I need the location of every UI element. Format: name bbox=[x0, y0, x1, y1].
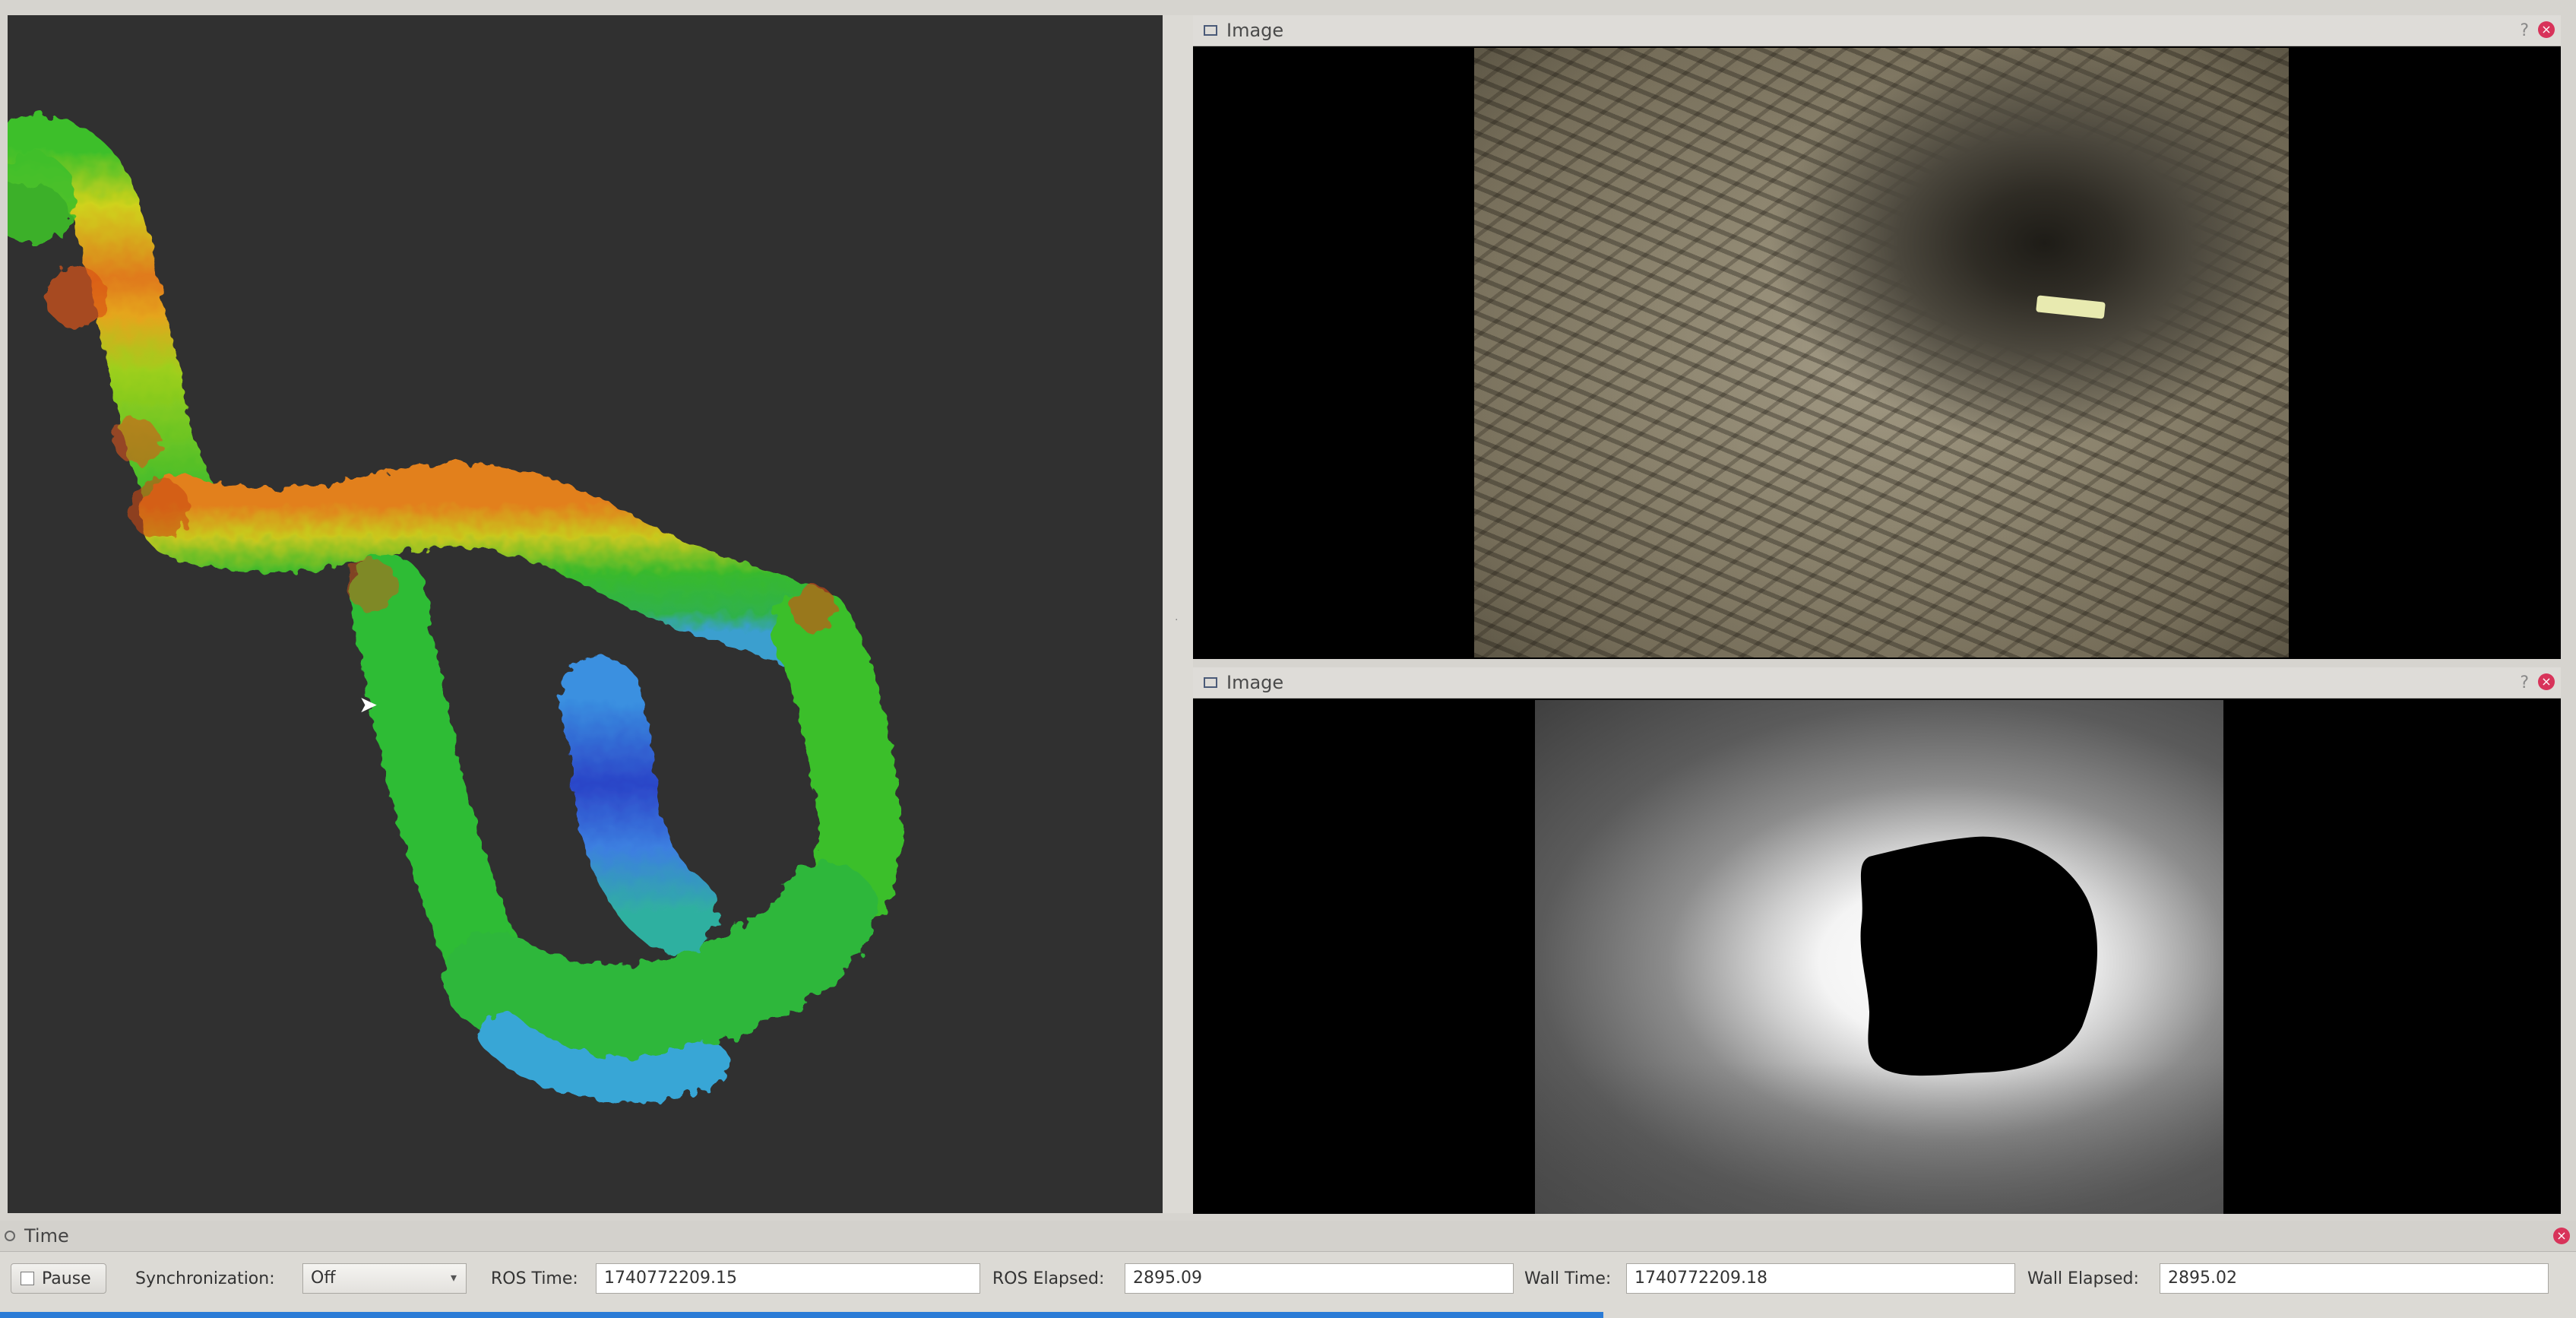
panel-title-bar[interactable]: Image ? × bbox=[1193, 15, 2561, 46]
ros-elapsed-field[interactable]: 2895.09 bbox=[1125, 1263, 1514, 1294]
panel-title: Image bbox=[1226, 672, 1284, 693]
time-panel: Time × Pause Synchronization: Off ▾ ROS … bbox=[0, 1221, 2576, 1318]
wall-elapsed-label: Wall Elapsed: bbox=[2027, 1269, 2139, 1288]
image-panel-camera: Image ? × bbox=[1193, 15, 2561, 659]
ros-time-field[interactable]: 1740772209.15 bbox=[596, 1263, 980, 1294]
pause-button[interactable]: Pause bbox=[11, 1263, 106, 1294]
wall-time-field[interactable]: 1740772209.18 bbox=[1626, 1263, 2015, 1294]
time-panel-title-bar[interactable]: Time × bbox=[0, 1221, 2576, 1252]
sync-select[interactable]: Off ▾ bbox=[302, 1263, 467, 1294]
point-cloud bbox=[8, 116, 903, 1103]
help-icon[interactable]: ? bbox=[2520, 673, 2529, 692]
camera-image bbox=[1474, 48, 2289, 657]
splitter-grip-icon: · bbox=[1175, 614, 1179, 626]
rviz-window: ➤ · Image ? × Image ? × Time × Pause Syn… bbox=[0, 0, 2576, 1318]
mouse-cursor-icon: ➤ bbox=[359, 692, 378, 718]
pause-checkbox[interactable] bbox=[21, 1272, 34, 1285]
depth-image bbox=[1535, 700, 2223, 1214]
depth-hole bbox=[1860, 836, 2098, 1076]
panel-title: Image bbox=[1226, 20, 1284, 41]
ros-time-label: ROS Time: bbox=[491, 1269, 578, 1288]
dropdown-arrow-icon: ▾ bbox=[450, 1270, 457, 1285]
progress-bar bbox=[0, 1312, 1603, 1318]
time-icon bbox=[5, 1231, 15, 1241]
image-panel-icon bbox=[1204, 677, 1217, 688]
help-icon[interactable]: ? bbox=[2520, 21, 2529, 40]
sync-value: Off bbox=[311, 1269, 336, 1288]
image-display bbox=[1193, 46, 2561, 659]
panel-title-bar[interactable]: Image ? × bbox=[1193, 667, 2561, 699]
wall-time-label: Wall Time: bbox=[1524, 1269, 1612, 1288]
close-icon[interactable]: × bbox=[2553, 1228, 2570, 1244]
sync-label: Synchronization: bbox=[135, 1269, 275, 1288]
close-icon[interactable]: × bbox=[2538, 673, 2555, 690]
close-icon[interactable]: × bbox=[2538, 21, 2555, 38]
image-panel-icon bbox=[1204, 25, 1217, 36]
image-display bbox=[1193, 699, 2561, 1214]
time-panel-title: Time bbox=[24, 1225, 69, 1247]
tunnel-light bbox=[2036, 295, 2106, 319]
image-panel-depth: Image ? × bbox=[1193, 667, 2561, 1214]
3d-viewport[interactable]: ➤ bbox=[8, 15, 1163, 1213]
splitter-handle[interactable]: · bbox=[1163, 15, 1193, 1213]
ros-elapsed-label: ROS Elapsed: bbox=[992, 1269, 1105, 1288]
time-controls: Pause Synchronization: Off ▾ ROS Time: 1… bbox=[0, 1259, 2576, 1301]
wall-elapsed-field[interactable]: 2895.02 bbox=[2160, 1263, 2549, 1294]
pause-label: Pause bbox=[42, 1269, 91, 1288]
